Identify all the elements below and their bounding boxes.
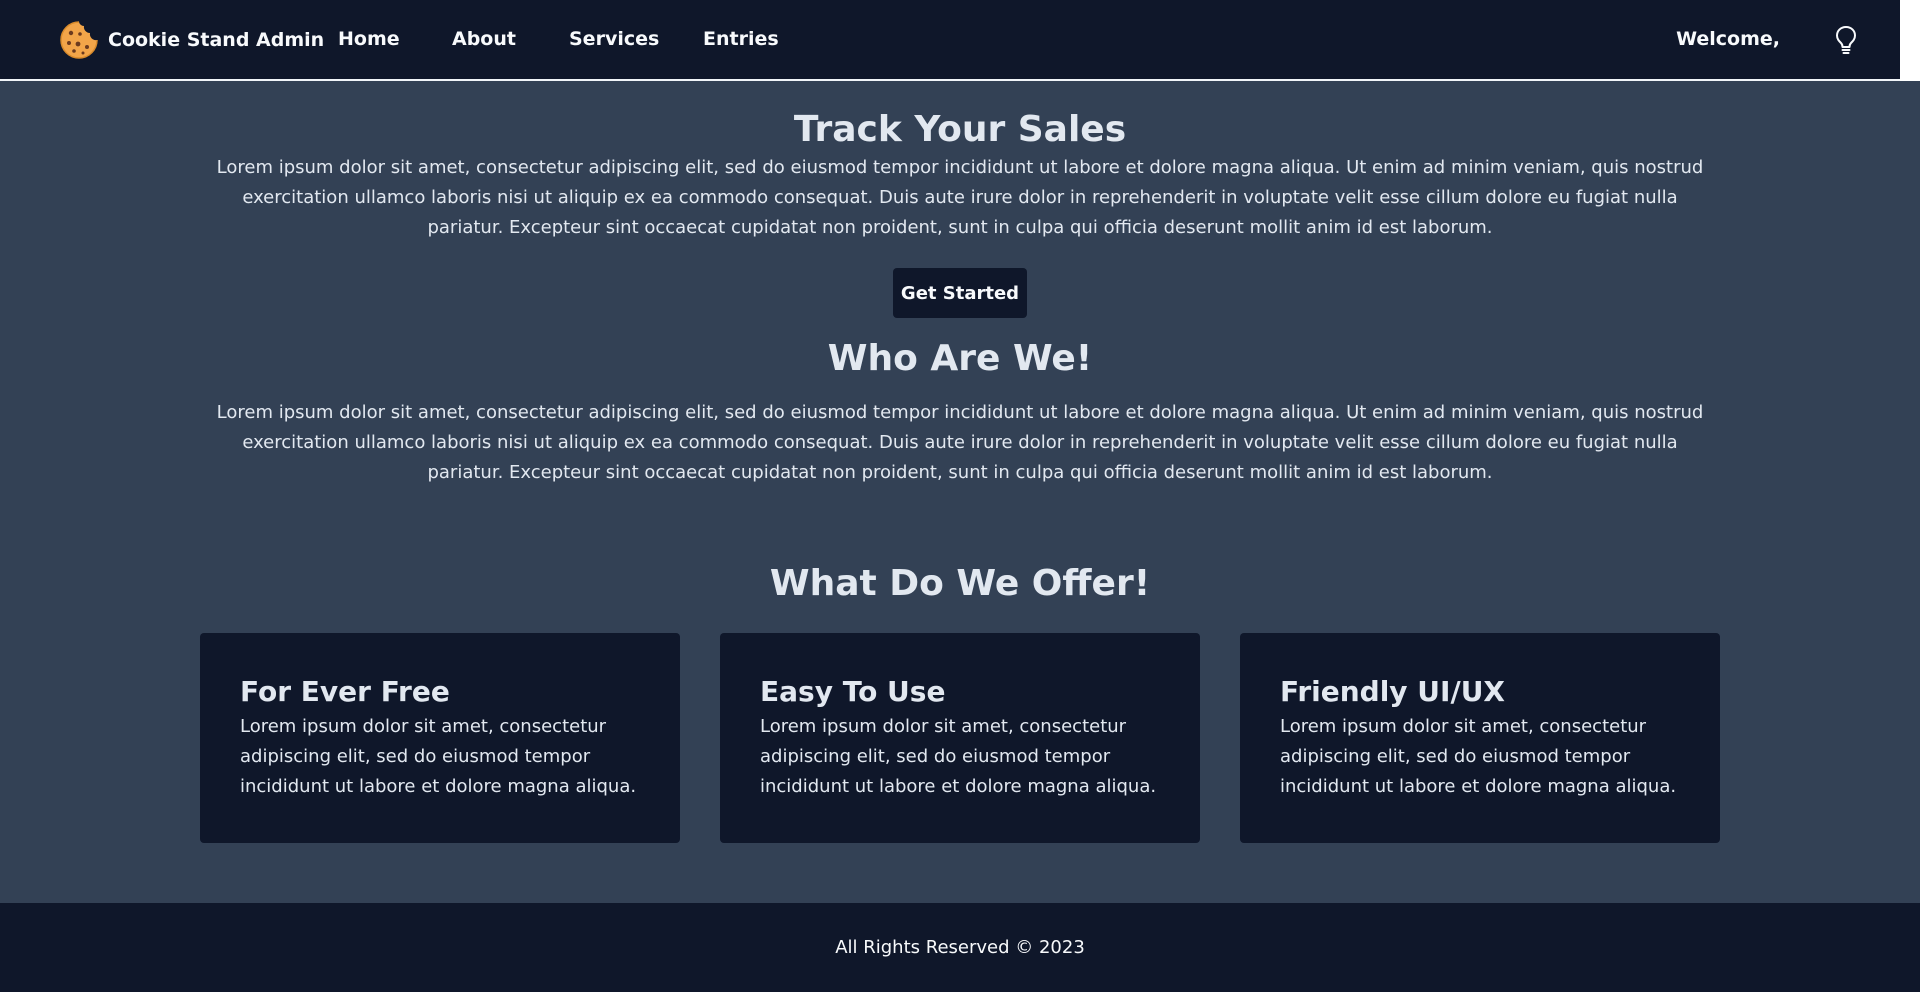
card-text: Lorem ipsum dolor sit amet, consectetur …: [760, 716, 1157, 797]
hero-text: Lorem ipsum dolor sit amet, consectetur …: [216, 157, 1704, 238]
welcome-text: Welcome,: [1676, 28, 1780, 50]
nav-link-home[interactable]: Home: [338, 28, 400, 50]
footer-text: All Rights Reserved © 2023: [835, 937, 1085, 958]
nav-link-entries[interactable]: Entries: [703, 28, 779, 50]
offer-card-ux: Friendly UI/UX Lorem ipsum dolor sit ame…: [1240, 633, 1720, 843]
offer-title: What Do We Offer!: [769, 563, 1151, 604]
card-title: Friendly UI/UX: [1280, 675, 1506, 708]
nav-link-about[interactable]: About: [452, 28, 516, 50]
hero-title: Track Your Sales: [793, 109, 1127, 150]
brand-link[interactable]: Cookie Stand Admin: [59, 20, 324, 60]
cookie-icon: [60, 21, 98, 59]
nav-link-services[interactable]: Services: [569, 28, 659, 50]
top-navbar: Cookie Stand Admin Home About Services E…: [0, 0, 1900, 81]
about-text: Lorem ipsum dolor sit amet, consectetur …: [216, 402, 1704, 483]
lightbulb-icon[interactable]: [1832, 24, 1860, 56]
get-started-button[interactable]: Get Started: [893, 268, 1027, 318]
card-title: Easy To Use: [760, 675, 946, 708]
card-text: Lorem ipsum dolor sit amet, consectetur …: [240, 716, 637, 797]
card-title: For Ever Free: [240, 675, 450, 708]
about-title: Who Are We!: [827, 338, 1093, 379]
main-content: Track Your Sales Lorem ipsum dolor sit a…: [0, 83, 1920, 903]
scrollbar-gutter: [1900, 0, 1920, 81]
page-footer: All Rights Reserved © 2023: [0, 903, 1920, 992]
card-text: Lorem ipsum dolor sit amet, consectetur …: [1280, 716, 1677, 797]
offer-card-free: For Ever Free Lorem ipsum dolor sit amet…: [200, 633, 680, 843]
offer-card-easy: Easy To Use Lorem ipsum dolor sit amet, …: [720, 633, 1200, 843]
brand-name: Cookie Stand Admin: [108, 29, 325, 51]
